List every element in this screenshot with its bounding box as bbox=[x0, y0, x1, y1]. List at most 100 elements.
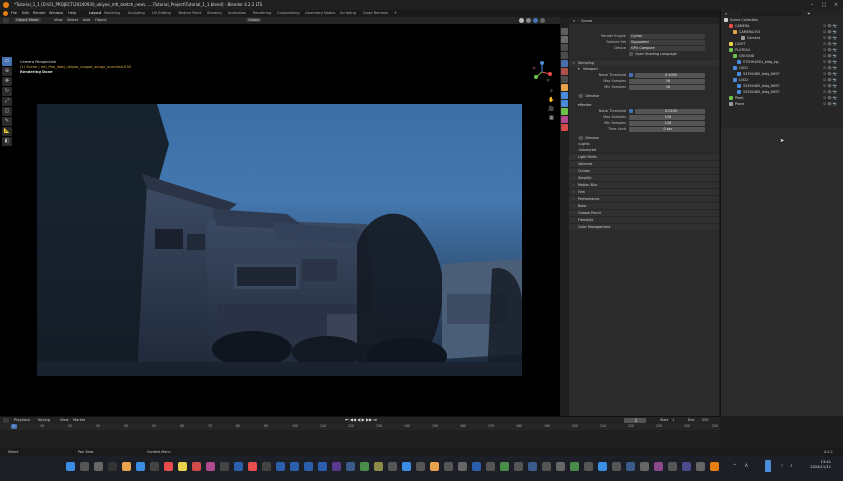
network-icon[interactable]: ⌔ bbox=[780, 463, 784, 469]
workspace-tab-compositing[interactable]: Compositing bbox=[277, 11, 300, 15]
taskbar-app-icon[interactable] bbox=[360, 462, 369, 471]
scale-tool-icon[interactable]: ⤢ bbox=[2, 97, 12, 106]
visibility-toggle-icon[interactable]: ☑ 👁 📷 bbox=[823, 84, 837, 88]
taskbar-app-icon[interactable] bbox=[542, 462, 551, 471]
timeline-menu-keying[interactable]: Keying bbox=[38, 418, 50, 422]
taskbar-app-icon[interactable] bbox=[374, 462, 383, 471]
visibility-toggle-icon[interactable]: ☑ 👁 📷 bbox=[823, 66, 837, 70]
taskbar-app-icon[interactable] bbox=[388, 462, 397, 471]
taskbar-app-icon[interactable] bbox=[444, 462, 453, 471]
shading-solid-icon[interactable] bbox=[519, 18, 524, 23]
sampling-section[interactable]: ▾ Sampling bbox=[569, 59, 719, 66]
timeline-keyframe-area[interactable] bbox=[0, 430, 720, 449]
outliner-row[interactable]: Plane ☑ 👁 📷 bbox=[721, 101, 843, 107]
workspace-tab-modeling[interactable]: Modeling bbox=[104, 11, 120, 15]
3d-viewport[interactable]: ▭ ⊕ ✥ ↻ ⤢ ◫ ✎ 📐 ◧ Camera Perspective (1)… bbox=[0, 24, 560, 416]
vp-min-samples-field[interactable]: 16 bbox=[629, 84, 705, 90]
taskbar-app-icon[interactable] bbox=[668, 462, 677, 471]
taskbar-app-icon[interactable] bbox=[682, 462, 691, 471]
output-tab-icon[interactable] bbox=[561, 44, 568, 51]
maximize-icon[interactable]: □ bbox=[820, 2, 828, 8]
vp-noise-threshold-field[interactable]: 0.1000 bbox=[635, 72, 705, 78]
menu-help[interactable]: Help bbox=[68, 11, 76, 15]
move-tool-icon[interactable]: ✥ bbox=[2, 77, 12, 86]
shading-options-icon[interactable] bbox=[540, 18, 545, 23]
taskbar-app-icon[interactable] bbox=[402, 462, 411, 471]
modifiers-tab-icon[interactable] bbox=[561, 92, 568, 99]
visibility-toggle-icon[interactable]: ☑ 👁 📷 bbox=[823, 78, 837, 82]
vp-max-samples-field[interactable]: 16 bbox=[629, 78, 705, 84]
properties-section-film[interactable]: › Film bbox=[569, 188, 719, 195]
r-min-samples-field[interactable]: 128 bbox=[629, 120, 705, 126]
properties-section-motion-blur[interactable]: › Motion Blur bbox=[569, 181, 719, 188]
windows-start-icon[interactable] bbox=[66, 462, 75, 471]
measure-tool-icon[interactable]: 📐 bbox=[2, 127, 12, 136]
vp-noise-threshold-checkbox[interactable] bbox=[629, 73, 633, 77]
menu-edit[interactable]: Edit bbox=[22, 11, 29, 15]
workspace-tab-quad-remesh[interactable]: Quad Remesh bbox=[363, 11, 388, 15]
taskbar-app-icon[interactable] bbox=[500, 462, 509, 471]
taskbar-app-icon[interactable] bbox=[514, 462, 523, 471]
taskbar-app-icon[interactable] bbox=[150, 462, 159, 471]
visibility-toggle-icon[interactable]: ☑ 👁 📷 bbox=[823, 48, 837, 52]
shading-rendered-icon[interactable] bbox=[533, 18, 538, 23]
properties-section-simplify[interactable]: › Simplify bbox=[569, 174, 719, 181]
osl-checkbox[interactable] bbox=[629, 52, 633, 56]
visibility-toggle-icon[interactable]: ☑ 👁 📷 bbox=[823, 60, 837, 64]
constraints-tab-icon[interactable] bbox=[561, 108, 568, 115]
taskbar-explorer-icon[interactable] bbox=[122, 462, 131, 471]
timeline-menu-view[interactable]: View bbox=[60, 418, 69, 422]
blender-menu-icon[interactable] bbox=[3, 11, 8, 16]
add-cube-tool-icon[interactable]: ◧ bbox=[2, 137, 12, 146]
taskbar-app-icon[interactable] bbox=[178, 462, 187, 471]
data-tab-icon[interactable] bbox=[561, 116, 568, 123]
workspace-tab-animation[interactable]: Animation bbox=[228, 11, 246, 15]
properties-section-volumes[interactable]: › Volumes bbox=[569, 160, 719, 167]
pan-hand-icon[interactable]: ✋ bbox=[548, 97, 555, 104]
taskbar-app-icon[interactable] bbox=[458, 462, 467, 471]
r-max-samples-field[interactable]: 128 bbox=[629, 114, 705, 120]
viewport-menu-view[interactable]: View bbox=[54, 18, 63, 22]
transform-orientation-dropdown[interactable]: Global bbox=[246, 18, 262, 22]
taskbar-edge-icon[interactable] bbox=[136, 462, 145, 471]
shading-material-icon[interactable] bbox=[526, 18, 531, 23]
visibility-toggle-icon[interactable]: ☑ 👁 📷 bbox=[823, 90, 837, 94]
properties-section-performance[interactable]: › Performance bbox=[569, 195, 719, 202]
r-noise-threshold-checkbox[interactable] bbox=[629, 109, 633, 113]
start-frame-value[interactable]: 1 bbox=[672, 418, 674, 422]
taskbar-app-icon[interactable] bbox=[332, 462, 341, 471]
taskbar-app-icon[interactable] bbox=[472, 462, 481, 471]
properties-search-icon[interactable]: ⌕ bbox=[573, 18, 575, 23]
properties-section-light-paths[interactable]: › Light Paths bbox=[569, 153, 719, 160]
object-mode-dropdown[interactable]: Object Mode bbox=[14, 18, 41, 22]
taskbar-taskview-icon[interactable] bbox=[94, 462, 103, 471]
workspace-tab-geometry-nodes[interactable]: Geometry Nodes bbox=[305, 11, 335, 15]
taskbar-app-icon[interactable] bbox=[108, 462, 117, 471]
workspace-tab-uv-editing[interactable]: UV Editing bbox=[152, 11, 171, 15]
minimize-icon[interactable]: – bbox=[808, 2, 816, 8]
outliner-filter-icon[interactable]: ⌕ bbox=[725, 11, 727, 16]
properties-section-grease-pencil[interactable]: › Grease Pencil bbox=[569, 209, 719, 216]
taskbar-app-icon[interactable] bbox=[346, 462, 355, 471]
render-tab-icon[interactable] bbox=[561, 36, 568, 43]
grid-toggle-icon[interactable]: ▦ bbox=[548, 115, 555, 122]
workspace-tab-scripting[interactable]: Scripting bbox=[340, 11, 356, 15]
vp-denoise-checkbox[interactable] bbox=[579, 94, 584, 98]
tray-app-icon[interactable] bbox=[765, 460, 771, 472]
menu-window[interactable]: Window bbox=[49, 11, 63, 15]
volume-icon[interactable]: ♪ bbox=[790, 463, 793, 468]
zoom-icon[interactable]: ⌕ bbox=[548, 88, 555, 95]
world-tab-icon[interactable] bbox=[561, 68, 568, 75]
outliner-filter-funnel-icon[interactable]: ⏷ bbox=[807, 11, 810, 16]
select-box-tool-icon[interactable]: ▭ bbox=[2, 57, 12, 66]
outliner-search-input[interactable] bbox=[741, 11, 802, 16]
navigation-gizmo[interactable] bbox=[530, 60, 554, 84]
editor-type-icon[interactable] bbox=[3, 18, 9, 23]
taskbar-app-icon[interactable] bbox=[528, 462, 537, 471]
visibility-toggle-icon[interactable]: ☑ 👁 📷 bbox=[823, 24, 837, 28]
visibility-toggle-icon[interactable]: ☑ 👁 📷 bbox=[823, 30, 837, 34]
rotate-tool-icon[interactable]: ↻ bbox=[2, 87, 12, 96]
view-layer-tab-icon[interactable] bbox=[561, 52, 568, 59]
taskbar-app-icon[interactable] bbox=[290, 462, 299, 471]
taskbar-app-icon[interactable] bbox=[304, 462, 313, 471]
